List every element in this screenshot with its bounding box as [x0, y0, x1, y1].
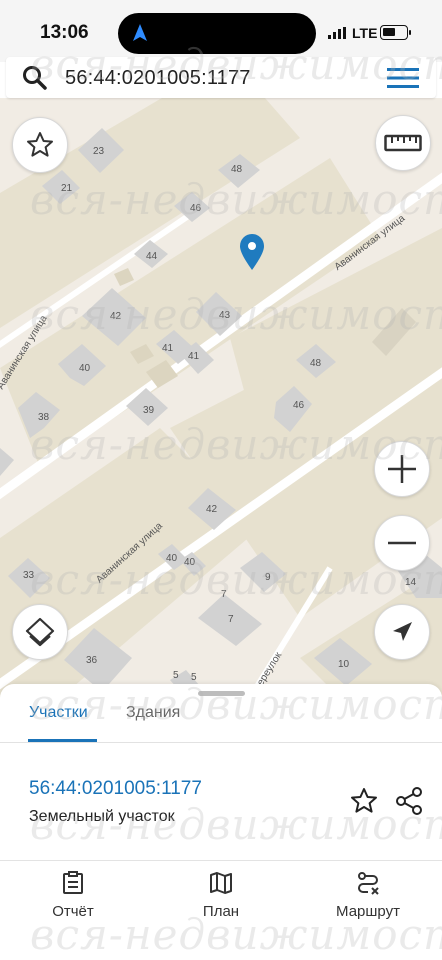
minus-icon: [388, 541, 416, 545]
search-input[interactable]: 56:44:0201005:1177: [65, 67, 251, 90]
house-number: 9: [265, 572, 271, 583]
network-type: LTE: [352, 25, 378, 41]
star-outline-icon: [27, 132, 53, 157]
star-outline-icon[interactable]: [349, 786, 379, 816]
nav-report[interactable]: Отчёт: [18, 871, 128, 920]
parcel-cadastral-number[interactable]: 56:44:0201005:1177: [29, 778, 202, 800]
house-number: 40: [166, 553, 178, 564]
nav-route[interactable]: Маршрут: [313, 871, 423, 920]
house-number: 40: [79, 363, 91, 374]
house-number: 46: [293, 400, 305, 411]
favorite-button[interactable]: [12, 117, 68, 173]
house-number: 41: [162, 343, 174, 354]
house-number: 46: [190, 203, 202, 214]
house-number: 14: [405, 577, 417, 588]
parcel-type: Земельный участок: [29, 808, 175, 825]
house-number: 21: [61, 183, 73, 194]
house-number: 48: [231, 164, 243, 175]
bottom-sheet[interactable]: Участки Здания 56:44:0201005:1177 Земель…: [0, 684, 442, 860]
zoom-out-button[interactable]: [374, 515, 430, 571]
nav-route-label: Маршрут: [336, 903, 400, 920]
layers-button[interactable]: [12, 604, 68, 660]
house-number: 23: [93, 146, 105, 157]
house-number: 7: [221, 589, 227, 600]
ruler-button[interactable]: [375, 115, 431, 171]
house-number: 5: [173, 670, 179, 681]
ruler-icon: [384, 134, 422, 152]
house-number: 10: [338, 659, 350, 670]
status-bar: 13:06 LTE: [0, 0, 442, 62]
house-number: 38: [38, 412, 50, 423]
layers-icon: [25, 617, 55, 647]
nav-plan[interactable]: План: [166, 871, 276, 920]
house-number: 41: [188, 351, 200, 362]
tab-parcels[interactable]: Участки: [29, 704, 88, 722]
map-plan-icon: [210, 872, 232, 894]
map-view[interactable]: 23 21 48 46 44 42 43 41 41 40 39 38 48 4…: [0, 98, 442, 698]
report-clipboard-icon: [63, 871, 83, 894]
tab-buildings[interactable]: Здания: [126, 704, 180, 722]
house-number: 40: [184, 557, 196, 568]
navigation-arrow-icon: [393, 622, 412, 641]
house-number: 42: [110, 311, 122, 322]
bottom-navigation: Отчёт План Маршрут: [0, 860, 442, 960]
locate-button[interactable]: [374, 604, 430, 660]
house-number: 43: [219, 310, 231, 321]
route-icon: [358, 872, 379, 895]
house-number: 33: [23, 570, 35, 581]
location-arrow-icon: [133, 24, 147, 41]
sheet-drag-handle[interactable]: [198, 691, 245, 696]
nav-plan-label: План: [202, 903, 240, 920]
search-bar[interactable]: 56:44:0201005:1177: [6, 57, 436, 98]
house-number: 44: [146, 251, 158, 262]
tabs-divider: [0, 742, 442, 743]
house-number: 36: [86, 655, 98, 666]
nav-report-label: Отчёт: [52, 903, 94, 920]
house-number: 48: [310, 358, 322, 369]
house-number: 39: [143, 405, 155, 416]
house-number: 7: [228, 614, 234, 625]
search-icon[interactable]: [22, 65, 48, 91]
zoom-in-button[interactable]: [374, 441, 430, 497]
plus-icon: [388, 455, 416, 483]
house-number: 5: [191, 672, 197, 683]
share-icon[interactable]: [394, 786, 424, 816]
battery-icon: [380, 25, 411, 40]
status-time: 13:06: [40, 22, 89, 43]
house-number: 42: [206, 504, 218, 515]
signal-icon: [328, 27, 346, 39]
hamburger-menu-icon[interactable]: [387, 66, 419, 90]
